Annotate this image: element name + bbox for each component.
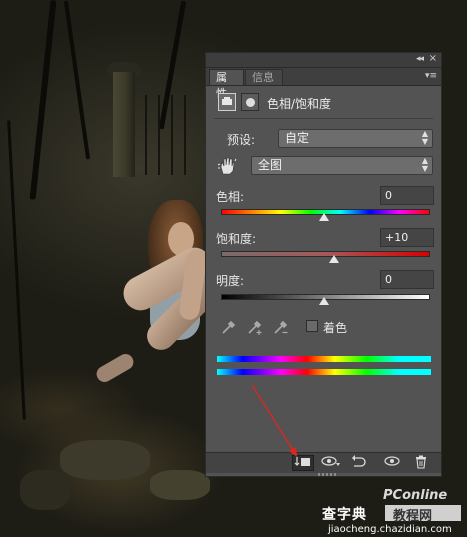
output-color-bar	[217, 369, 431, 375]
properties-panel: ◂◂ × 属性 信息 ▾≡ 色相/饱和度 预设: 自定 ▲▼ 全图 ▲▼ 色相:…	[205, 52, 442, 477]
saturation-input[interactable]: +10	[380, 228, 434, 247]
preset-value: 自定	[285, 131, 310, 145]
colorize-checkbox[interactable]	[306, 320, 318, 332]
delete-button[interactable]	[410, 455, 432, 471]
colorize-label: 着色	[323, 321, 348, 335]
visibility-button[interactable]	[381, 455, 403, 471]
eyedropper-icon[interactable]	[220, 318, 238, 336]
bottom-toolbar	[206, 452, 441, 473]
dropdown-arrow-icon: ▲ ▼	[421, 156, 428, 173]
reset-button[interactable]	[347, 455, 369, 471]
visibility-icon	[384, 456, 400, 466]
watermark-site: 查字典	[322, 507, 367, 523]
preset-label: 预设:	[227, 133, 256, 147]
channel-value: 全图	[258, 158, 283, 172]
lightness-label: 明度:	[216, 274, 245, 288]
panel-title-strip[interactable]: ◂◂ ×	[206, 53, 441, 68]
hue-slider-thumb[interactable]	[319, 213, 329, 221]
eyedropper-minus-icon[interactable]	[272, 318, 290, 336]
trash-icon	[416, 455, 426, 469]
lightness-input[interactable]: 0	[380, 270, 434, 289]
watermark-tag: 教程网	[393, 509, 433, 524]
hand-target-icon[interactable]	[217, 156, 237, 176]
hue-label: 色相:	[216, 190, 245, 204]
woman-foot	[93, 351, 137, 385]
input-color-bar	[217, 356, 431, 362]
preset-dropdown[interactable]: 自定 ▲ ▼	[278, 129, 433, 148]
clip-to-layer-button[interactable]	[292, 455, 314, 471]
tab-bar: 属性 信息 ▾≡	[206, 68, 441, 100]
saturation-slider-thumb[interactable]	[329, 255, 339, 263]
panel-menu-icon[interactable]: ▾≡	[425, 71, 437, 81]
clip-to-layer-icon	[294, 457, 310, 466]
tab-info[interactable]: 信息	[245, 69, 283, 85]
reset-icon	[352, 455, 366, 467]
channel-dropdown[interactable]: 全图 ▲ ▼	[251, 156, 433, 175]
resize-grip[interactable]	[318, 473, 338, 476]
view-previous-button[interactable]	[320, 455, 342, 471]
dropdown-arrow-icon: ▲ ▼	[421, 129, 428, 146]
close-icon[interactable]: ×	[429, 53, 437, 64]
adjustment-layer-icon[interactable]	[218, 93, 236, 111]
divider	[214, 118, 433, 119]
gate-pillar	[113, 72, 135, 177]
watermark-brand: PConline	[383, 488, 448, 503]
eyedropper-plus-icon[interactable]	[246, 318, 264, 336]
saturation-slider-track[interactable]	[221, 251, 430, 257]
watermark-url: jiaocheng.chazidian.com	[328, 524, 452, 535]
tab-properties[interactable]: 属性	[209, 69, 244, 100]
collapse-icon[interactable]: ◂◂	[416, 54, 424, 64]
mask-icon[interactable]	[241, 93, 259, 111]
saturation-label: 饱和度:	[216, 232, 257, 246]
panel-title: 色相/饱和度	[267, 97, 332, 111]
view-previous-icon	[321, 456, 340, 466]
lightness-slider-thumb[interactable]	[319, 297, 329, 305]
hue-input[interactable]: 0	[380, 186, 434, 205]
